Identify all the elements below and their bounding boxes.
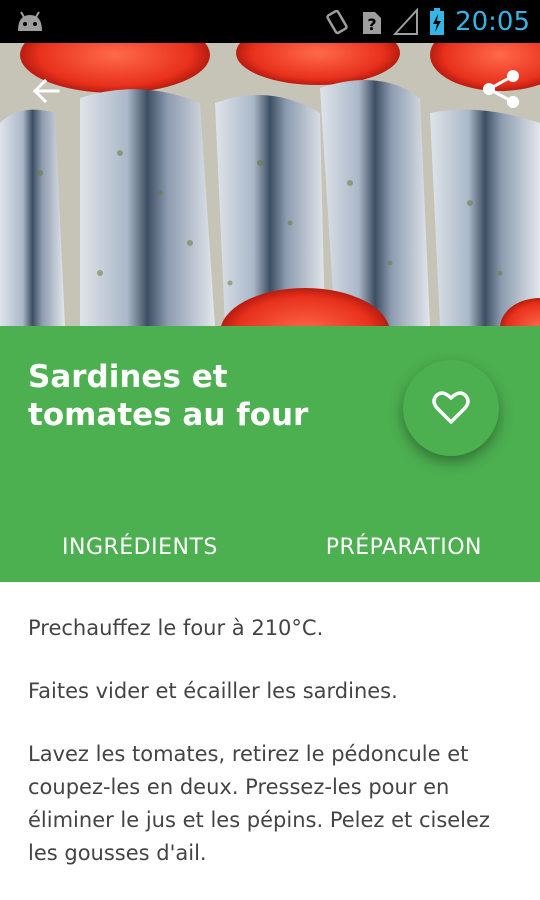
favorite-button[interactable]: [403, 360, 499, 456]
recipe-title: Sardines et tomates au four: [28, 359, 309, 433]
tab-preparation[interactable]: PRÉPARATION: [272, 512, 540, 582]
heart-outline-icon: [432, 391, 470, 424]
tab-bar: INGRÉDIENTS PRÉPARATION: [0, 512, 540, 582]
share-icon: [483, 70, 519, 108]
recipe-photo: [0, 43, 540, 326]
preparation-steps: Prechauffez le four à 210°C. Faites vide…: [28, 612, 508, 900]
preparation-step: Faites vider et écailler les sardines.: [28, 679, 398, 703]
arrow-back-icon: [32, 78, 60, 104]
battery-charging-icon: [430, 8, 445, 35]
share-button[interactable]: [478, 65, 526, 113]
preparation-step: Lavez les tomates, retirez le pédoncule …: [28, 742, 490, 865]
tab-ingredients[interactable]: INGRÉDIENTS: [0, 512, 272, 582]
signal-icon: [393, 8, 419, 35]
unknown-sim-icon: ?: [363, 12, 382, 34]
back-button[interactable]: [22, 67, 70, 115]
status-time: 20:05: [455, 7, 530, 37]
vibrate-icon: [326, 9, 348, 35]
status-bar: ? 20:05: [0, 0, 540, 43]
svg-text:?: ?: [367, 15, 376, 34]
android-icon: [18, 11, 42, 31]
preparation-step: Prechauffez le four à 210°C.: [28, 616, 324, 640]
